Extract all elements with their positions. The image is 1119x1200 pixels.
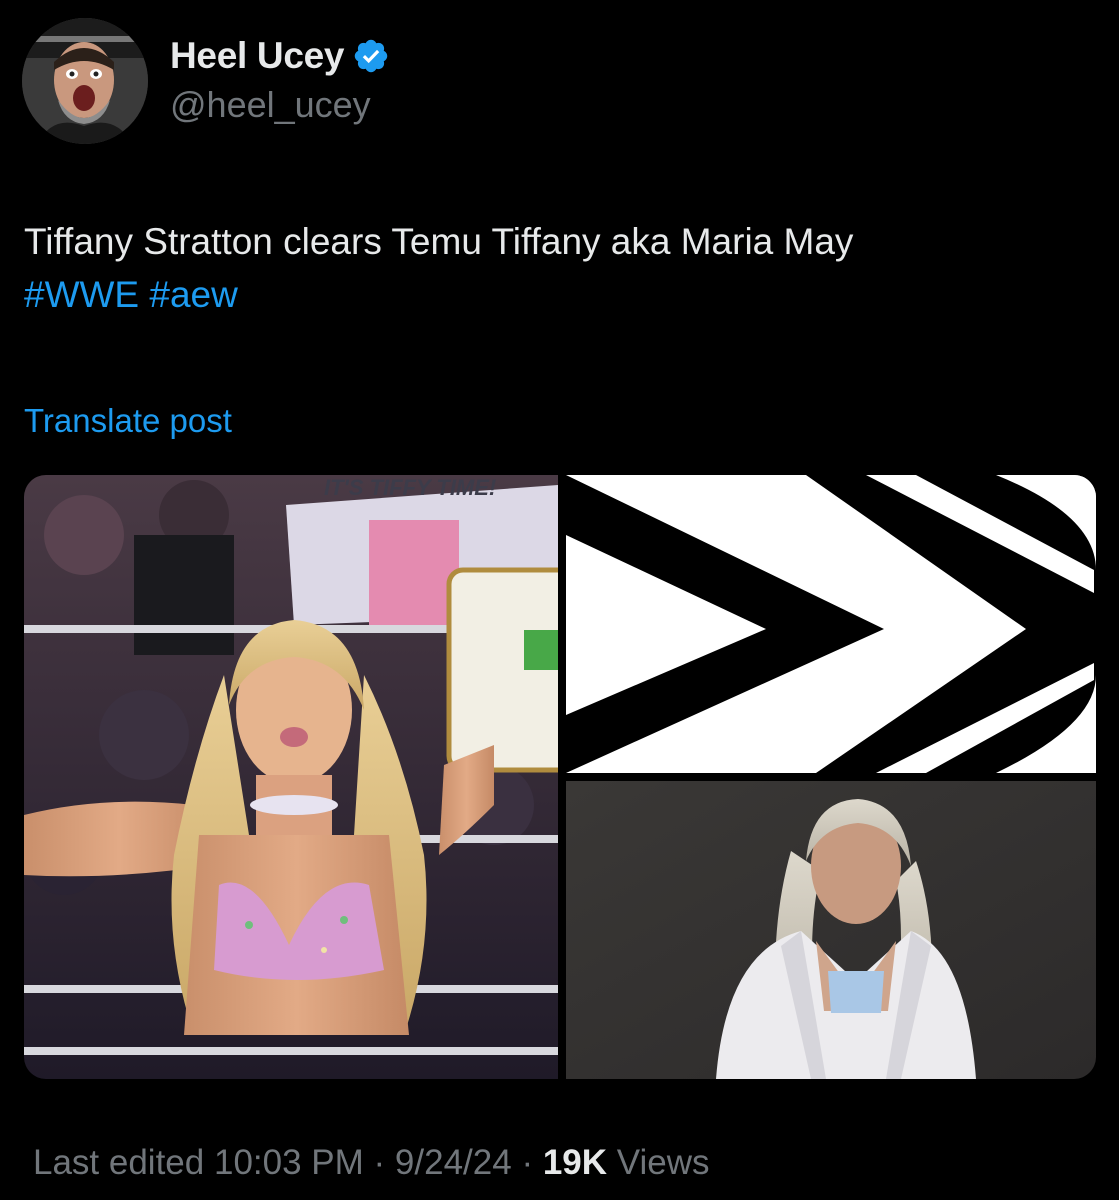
separator: · (521, 1143, 534, 1182)
woman-in-white-jacket-photo (566, 781, 1096, 1079)
hashtag-aew[interactable]: #aew (149, 274, 237, 315)
media-image-3[interactable] (566, 781, 1096, 1079)
verified-badge-icon[interactable] (352, 37, 390, 75)
post-time[interactable]: 10:03 PM (214, 1143, 364, 1182)
aew-logo-image (566, 475, 1096, 773)
post-date[interactable]: 9/24/24 (395, 1143, 512, 1182)
media-image-1[interactable]: IT'S TIFFY TIME! (24, 475, 558, 1079)
edited-label[interactable]: Last edited (33, 1143, 204, 1182)
media-image-2[interactable] (566, 475, 1096, 773)
tweet-text: Tiffany Stratton clears Temu Tiffany aka… (24, 215, 1104, 321)
views-label[interactable]: Views (617, 1143, 710, 1182)
display-name-row: Heel Ucey (170, 32, 390, 80)
display-name[interactable]: Heel Ucey (170, 35, 345, 77)
avatar[interactable] (22, 18, 148, 144)
media-grid: IT'S TIFFY TIME! (24, 475, 1096, 1079)
views-count[interactable]: 19K (543, 1143, 607, 1182)
author-handle[interactable]: @heel_ucey (170, 84, 390, 126)
translate-post-link[interactable]: Translate post (24, 402, 232, 440)
tweet-body: Tiffany Stratton clears Temu Tiffany aka… (24, 221, 854, 262)
sign-text: IT'S TIFFY TIME! (324, 475, 496, 500)
wrestler-holding-briefcase-photo: IT'S TIFFY TIME! (24, 475, 558, 1079)
post-footer: Last edited 10:03 PM · 9/24/24 · 19K Vie… (33, 1143, 710, 1183)
profile-photo (22, 18, 148, 144)
hashtag-wwe[interactable]: #WWE (24, 274, 139, 315)
post-header: Heel Ucey @heel_ucey (22, 18, 390, 144)
separator: · (373, 1143, 386, 1182)
author-names: Heel Ucey @heel_ucey (170, 32, 390, 126)
